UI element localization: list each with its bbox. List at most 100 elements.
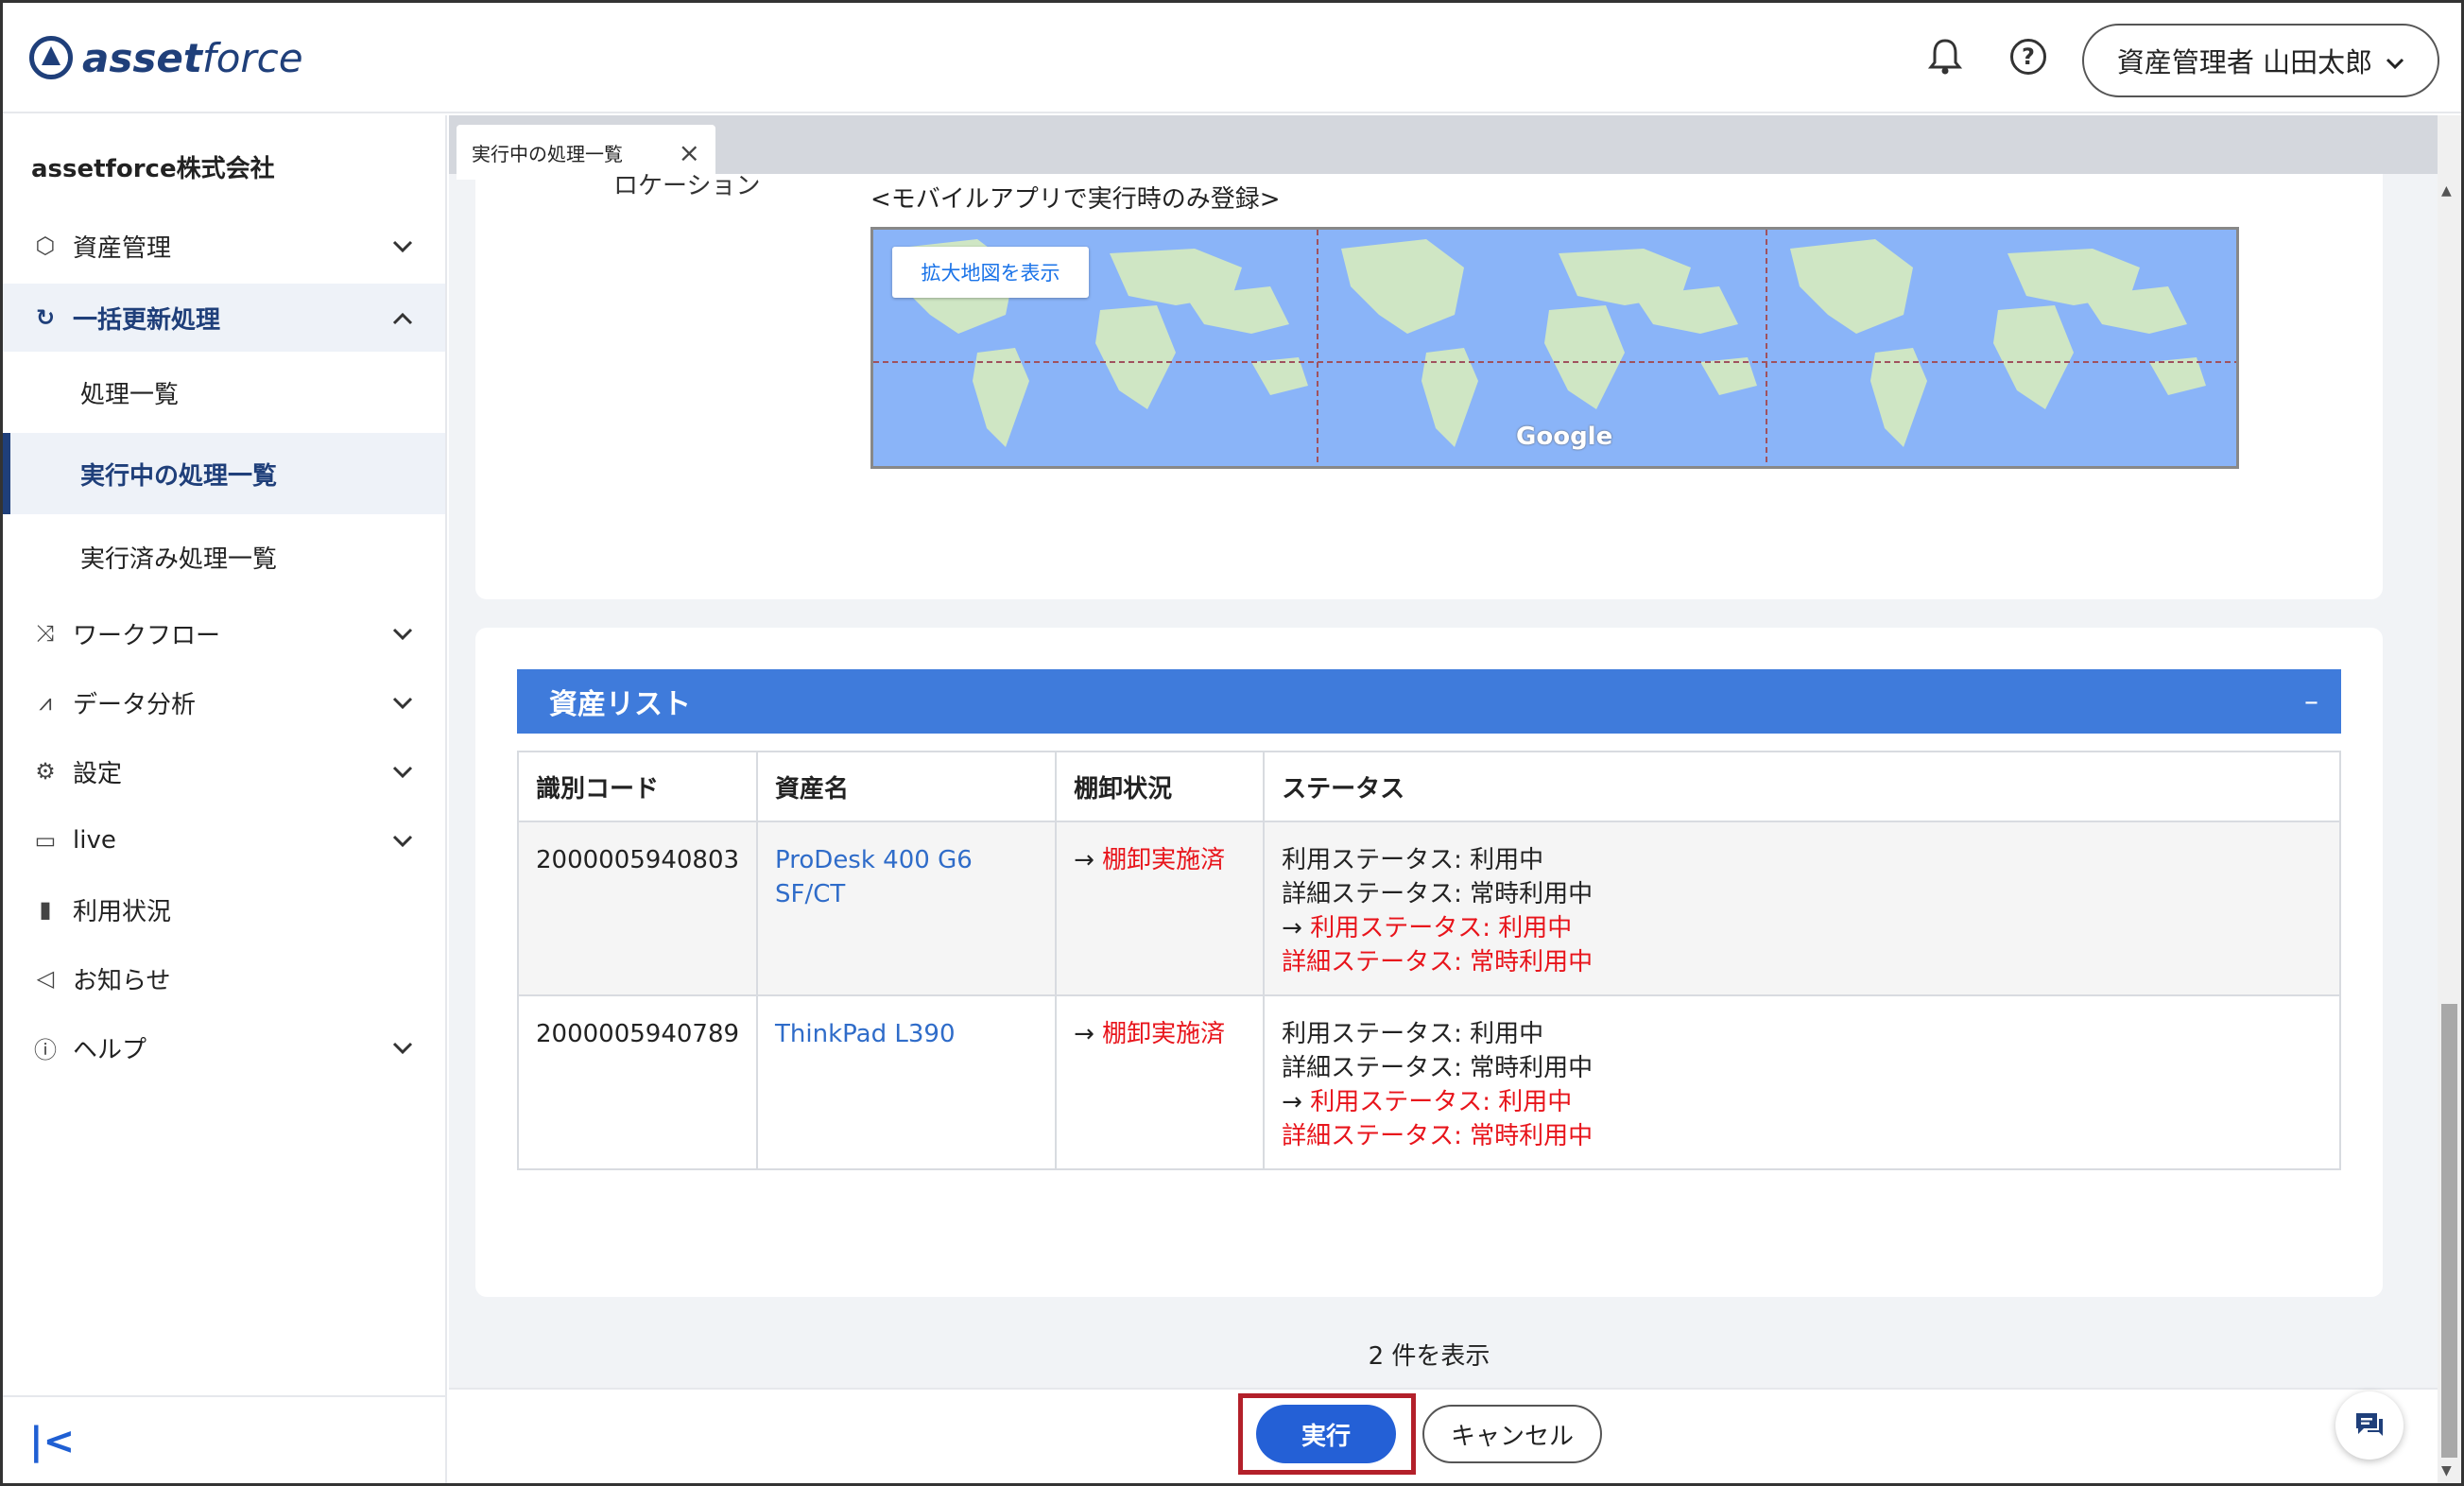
- sidebar-item-usage[interactable]: ▮ 利用状況: [3, 875, 445, 943]
- result-count: 2 件を表示: [1368, 1342, 1490, 1371]
- sidebar-item-label: live: [73, 826, 116, 855]
- analytics-icon: ⩘: [39, 689, 52, 716]
- sidebar-item-asset-management[interactable]: ⬡ 資産管理: [3, 212, 445, 280]
- arrow-text: →: [1074, 846, 1094, 874]
- inventory-value: 棚卸実施済: [1102, 1020, 1226, 1048]
- sidebar-item-news[interactable]: ◁ お知らせ: [3, 944, 445, 1012]
- chevron-down-icon: [392, 1034, 413, 1061]
- asset-list-card: 資産リスト – 識別コード 資産名 棚卸状況 ステータス 20000059408…: [475, 628, 2383, 1371]
- sidebar-item-live[interactable]: ▭ live: [3, 806, 445, 874]
- map-view[interactable]: 拡大地図を表示 Google: [870, 227, 2239, 469]
- asset-list-header[interactable]: 資産リスト –: [517, 669, 2341, 734]
- megaphone-icon: ◁: [36, 965, 55, 992]
- inventory-value: 棚卸実施済: [1102, 846, 1226, 874]
- asset-table: 識別コード 資産名 棚卸状況 ステータス 2000005940803 ProDe…: [516, 751, 2341, 1170]
- logo-text-bold: asset: [82, 34, 202, 81]
- chevron-down-icon: [392, 620, 413, 647]
- tab-bar: 実行中の処理一覧 ×: [449, 115, 2438, 180]
- live-icon: ▭: [34, 827, 57, 854]
- sidebar-item-label: 一括更新処理: [73, 305, 221, 335]
- main-content: 実行中の処理一覧 × ロケーション <モバイルアプリで実行時のみ登録> 拡大地図…: [449, 115, 2461, 1483]
- close-icon[interactable]: ×: [679, 137, 700, 168]
- status-new-usage: → 利用ステータス: 利用中: [1282, 1085, 2322, 1119]
- location-note: <モバイルアプリで実行時のみ登録>: [870, 185, 1281, 214]
- chat-icon[interactable]: [2335, 1391, 2404, 1460]
- cell-inventory: → 棚卸実施済: [1055, 994, 1266, 1170]
- table-row: 2000005940803 ProDesk 400 G6 SF/CT → 棚卸実…: [516, 821, 2341, 996]
- status-old-usage: 利用ステータス: 利用中: [1282, 846, 1544, 874]
- sidebar: assetforce株式会社 ⬡ 資産管理 ↻ 一括更新処理 処理一覧 実行中の…: [3, 115, 447, 1483]
- top-header: assetforce ? 資産管理者 山田太郎: [3, 3, 2461, 113]
- assetforce-logo[interactable]: assetforce: [29, 31, 303, 84]
- bar-chart-icon: ▮: [39, 896, 52, 923]
- sidebar-item-data-analysis[interactable]: ⩘ データ分析: [3, 668, 445, 736]
- cell-code: 2000005940789: [516, 994, 759, 1170]
- cell-name: ThinkPad L390: [756, 994, 1058, 1170]
- sidebar-item-label: 設定: [73, 759, 123, 788]
- arrow-text: →: [1074, 1020, 1094, 1048]
- cell-code: 2000005940803: [516, 821, 759, 996]
- asset-link[interactable]: ThinkPad L390: [775, 1020, 955, 1048]
- collapse-icon[interactable]: –: [2304, 685, 2318, 718]
- user-menu-button[interactable]: 資産管理者 山田太郎: [2082, 24, 2439, 97]
- logo-mark-icon: [29, 36, 73, 79]
- status-new-usage-text: 利用ステータス: 利用中: [1310, 914, 1573, 942]
- sidebar-item-label: ワークフロー: [73, 621, 221, 650]
- tab-label: 実行中の処理一覧: [472, 142, 623, 165]
- cell-name: ProDesk 400 G6 SF/CT: [756, 821, 1058, 996]
- workflow-icon: ⤨: [36, 620, 55, 647]
- chevron-down-icon: [392, 758, 413, 785]
- execute-button[interactable]: 実行: [1256, 1405, 1396, 1463]
- sidebar-item-workflow[interactable]: ⤨ ワークフロー: [3, 599, 445, 667]
- sidebar-item-label: 資産管理: [73, 233, 172, 263]
- status-new-detail: 詳細ステータス: 常時利用中: [1282, 948, 1594, 976]
- vertical-scrollbar[interactable]: ▲ ▼: [2438, 115, 2461, 1483]
- column-header-name: 資産名: [756, 751, 1058, 822]
- sidebar-subitem-label: 実行済み処理一覧: [80, 544, 278, 574]
- scroll-thumb[interactable]: [2441, 1004, 2457, 1458]
- collapse-sidebar-icon[interactable]: |<: [29, 1420, 75, 1463]
- cancel-button[interactable]: キャンセル: [1422, 1405, 1602, 1463]
- sidebar-item-bulk-update[interactable]: ↻ 一括更新処理: [3, 284, 445, 352]
- sidebar-item-label: ヘルプ: [73, 1035, 147, 1064]
- expand-map-button[interactable]: 拡大地図を表示: [892, 247, 1089, 298]
- sidebar-subitem-running-list[interactable]: 実行中の処理一覧: [3, 433, 445, 514]
- location-label: ロケーション: [613, 172, 761, 200]
- sidebar-subitem-label: 処理一覧: [80, 380, 180, 409]
- cell-inventory: → 棚卸実施済: [1055, 821, 1266, 996]
- app-window: assetforce ? 資産管理者 山田太郎 assetforce株式会社 ⬡…: [0, 0, 2464, 1486]
- asset-list-title: 資産リスト: [549, 688, 691, 721]
- google-logo: Google: [1516, 423, 1613, 451]
- box-icon: ⬡: [35, 233, 56, 259]
- column-header-status: ステータス: [1263, 751, 2341, 822]
- sidebar-item-settings[interactable]: ⚙ 設定: [3, 737, 445, 805]
- cell-status: 利用ステータス: 利用中 詳細ステータス: 常時利用中 → 利用ステータス: 利…: [1263, 994, 2341, 1170]
- asset-link[interactable]: ProDesk 400 G6 SF/CT: [775, 846, 973, 908]
- refresh-icon: ↻: [35, 304, 56, 331]
- table-header-row: 識別コード 資産名 棚卸状況 ステータス: [516, 751, 2341, 822]
- scroll-up-icon[interactable]: ▲: [2441, 183, 2452, 199]
- sidebar-subitem-executed-list[interactable]: 実行済み処理一覧: [3, 516, 445, 597]
- help-circle-icon[interactable]: ?: [2005, 33, 2052, 80]
- scroll-down-icon[interactable]: ▼: [2441, 1463, 2452, 1478]
- company-name: assetforce株式会社: [31, 155, 275, 183]
- status-new-usage: → 利用ステータス: 利用中: [1282, 911, 2322, 945]
- status-old-usage: 利用ステータス: 利用中: [1282, 1020, 1544, 1048]
- chevron-up-icon: [392, 304, 413, 331]
- chevron-down-icon: [392, 689, 413, 716]
- sidebar-item-label: データ分析: [73, 690, 197, 719]
- chevron-down-icon: [2386, 44, 2404, 77]
- location-card: ロケーション <モバイルアプリで実行時のみ登録> 拡大地図を表示 Google: [475, 172, 2383, 599]
- sidebar-subitem-label: 実行中の処理一覧: [80, 461, 278, 491]
- column-header-inventory: 棚卸状況: [1055, 751, 1266, 822]
- status-old-detail: 詳細ステータス: 常時利用中: [1282, 1054, 1594, 1082]
- gear-icon: ⚙: [35, 758, 56, 785]
- table-row: 2000005940789 ThinkPad L390 → 棚卸実施済 利用ステ…: [516, 994, 2341, 1170]
- status-new-detail: 詳細ステータス: 常時利用中: [1282, 1122, 1594, 1150]
- user-name: 資産管理者 山田太郎: [2116, 46, 2373, 78]
- arrow-text: →: [1282, 1088, 1302, 1116]
- bell-icon[interactable]: [1921, 33, 1969, 80]
- sidebar-item-label: 利用状況: [73, 897, 172, 926]
- sidebar-item-help[interactable]: ⓘ ヘルプ: [3, 1013, 445, 1081]
- sidebar-subitem-process-list[interactable]: 処理一覧: [3, 352, 445, 433]
